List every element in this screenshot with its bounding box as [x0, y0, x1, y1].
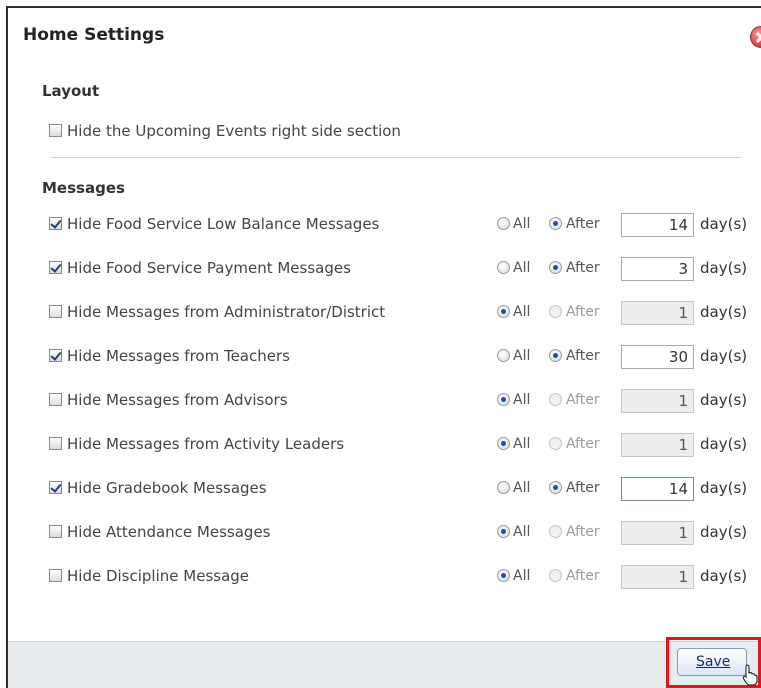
- message-row: Hide Food Service Low Balance Messages Al…: [49, 213, 761, 237]
- days-input[interactable]: [621, 301, 694, 325]
- message-label[interactable]: Hide Messages from Advisors: [67, 391, 288, 409]
- all-radio[interactable]: [497, 437, 510, 450]
- after-radio-label: After: [566, 392, 600, 408]
- all-radio-label: All: [513, 568, 531, 584]
- message-checkbox[interactable]: [49, 437, 62, 450]
- all-radio[interactable]: [497, 569, 510, 582]
- after-radio[interactable]: [549, 393, 562, 406]
- days-input[interactable]: [621, 477, 694, 501]
- after-radio-label: After: [566, 216, 600, 232]
- message-label[interactable]: Hide Food Service Low Balance Messages: [67, 215, 379, 233]
- days-unit-label: day(s): [700, 523, 748, 541]
- days-unit-label: day(s): [700, 259, 748, 277]
- after-radio[interactable]: [549, 437, 562, 450]
- after-radio[interactable]: [549, 349, 562, 362]
- message-label[interactable]: Hide Messages from Activity Leaders: [67, 435, 344, 453]
- all-radio-label: All: [513, 348, 531, 364]
- close-icon[interactable]: [750, 26, 761, 48]
- layout-row-upcoming-events: Hide the Upcoming Events right side sect…: [49, 120, 761, 144]
- days-input[interactable]: [621, 257, 694, 281]
- all-radio[interactable]: [497, 393, 510, 406]
- after-radio[interactable]: [549, 481, 562, 494]
- dialog-footer: [8, 641, 761, 688]
- all-radio[interactable]: [497, 525, 510, 538]
- message-label[interactable]: Hide Food Service Payment Messages: [67, 259, 351, 277]
- after-radio-label: After: [566, 436, 600, 452]
- all-radio[interactable]: [497, 261, 510, 274]
- message-row: Hide Food Service Payment Messages All Aft…: [49, 257, 761, 281]
- days-unit-label: day(s): [700, 391, 748, 409]
- message-label[interactable]: Hide Messages from Administrator/Distric…: [67, 303, 385, 321]
- all-radio[interactable]: [497, 305, 510, 318]
- hide-upcoming-events-checkbox[interactable]: [49, 124, 62, 137]
- all-radio-label: All: [513, 436, 531, 452]
- message-checkbox[interactable]: [49, 217, 62, 230]
- dialog-title: Home Settings: [23, 25, 165, 45]
- after-radio[interactable]: [549, 305, 562, 318]
- all-radio[interactable]: [497, 481, 510, 494]
- message-row: Hide Messages from Administrator/Distric…: [49, 301, 761, 325]
- days-input[interactable]: [621, 433, 694, 457]
- message-checkbox[interactable]: [49, 525, 62, 538]
- all-radio-label: All: [513, 392, 531, 408]
- hide-upcoming-events-label[interactable]: Hide the Upcoming Events right side sect…: [67, 122, 401, 140]
- after-radio-label: After: [566, 304, 600, 320]
- after-radio-label: After: [566, 348, 600, 364]
- after-radio[interactable]: [549, 217, 562, 230]
- save-button[interactable]: Save: [677, 648, 747, 676]
- days-unit-label: day(s): [700, 303, 748, 321]
- after-radio-label: After: [566, 480, 600, 496]
- days-unit-label: day(s): [700, 215, 748, 233]
- days-input[interactable]: [621, 565, 694, 589]
- messages-heading: Messages: [42, 179, 125, 197]
- message-checkbox[interactable]: [49, 349, 62, 362]
- days-input[interactable]: [621, 521, 694, 545]
- message-checkbox[interactable]: [49, 569, 62, 582]
- message-checkbox[interactable]: [49, 481, 62, 494]
- days-input[interactable]: [621, 213, 694, 237]
- after-radio-label: After: [566, 260, 600, 276]
- days-unit-label: day(s): [700, 567, 748, 585]
- days-unit-label: day(s): [700, 479, 748, 497]
- all-radio-label: All: [513, 304, 531, 320]
- after-radio-label: After: [566, 524, 600, 540]
- message-row: Hide Gradebook Messages All After day(s): [49, 477, 761, 501]
- days-input[interactable]: [621, 389, 694, 413]
- message-label[interactable]: Hide Gradebook Messages: [67, 479, 267, 497]
- message-row: Hide Messages from Activity Leaders All Af…: [49, 433, 761, 457]
- all-radio[interactable]: [497, 217, 510, 230]
- message-checkbox[interactable]: [49, 305, 62, 318]
- after-radio[interactable]: [549, 569, 562, 582]
- all-radio-label: All: [513, 260, 531, 276]
- message-label[interactable]: Hide Messages from Teachers: [67, 347, 290, 365]
- message-label[interactable]: Hide Discipline Message: [67, 567, 249, 585]
- after-radio[interactable]: [549, 261, 562, 274]
- home-settings-dialog: Home Settings Layout Hide the Upcoming E…: [6, 6, 761, 688]
- message-row: Hide Attendance Messages All After day(s): [49, 521, 761, 545]
- days-unit-label: day(s): [700, 435, 748, 453]
- message-row: Hide Messages from Teachers All After day(s…: [49, 345, 761, 369]
- after-radio[interactable]: [549, 525, 562, 538]
- message-checkbox[interactable]: [49, 393, 62, 406]
- layout-heading: Layout: [42, 82, 100, 100]
- message-row: Hide Discipline Message All After day(s): [49, 565, 761, 589]
- message-row: Hide Messages from Advisors All After day(s…: [49, 389, 761, 413]
- all-radio[interactable]: [497, 349, 510, 362]
- all-radio-label: All: [513, 480, 531, 496]
- section-divider: [51, 157, 741, 158]
- after-radio-label: After: [566, 568, 600, 584]
- days-unit-label: day(s): [700, 347, 748, 365]
- message-checkbox[interactable]: [49, 261, 62, 274]
- all-radio-label: All: [513, 524, 531, 540]
- all-radio-label: All: [513, 216, 531, 232]
- message-label[interactable]: Hide Attendance Messages: [67, 523, 270, 541]
- hand-cursor-icon: [742, 664, 758, 686]
- days-input[interactable]: [621, 345, 694, 369]
